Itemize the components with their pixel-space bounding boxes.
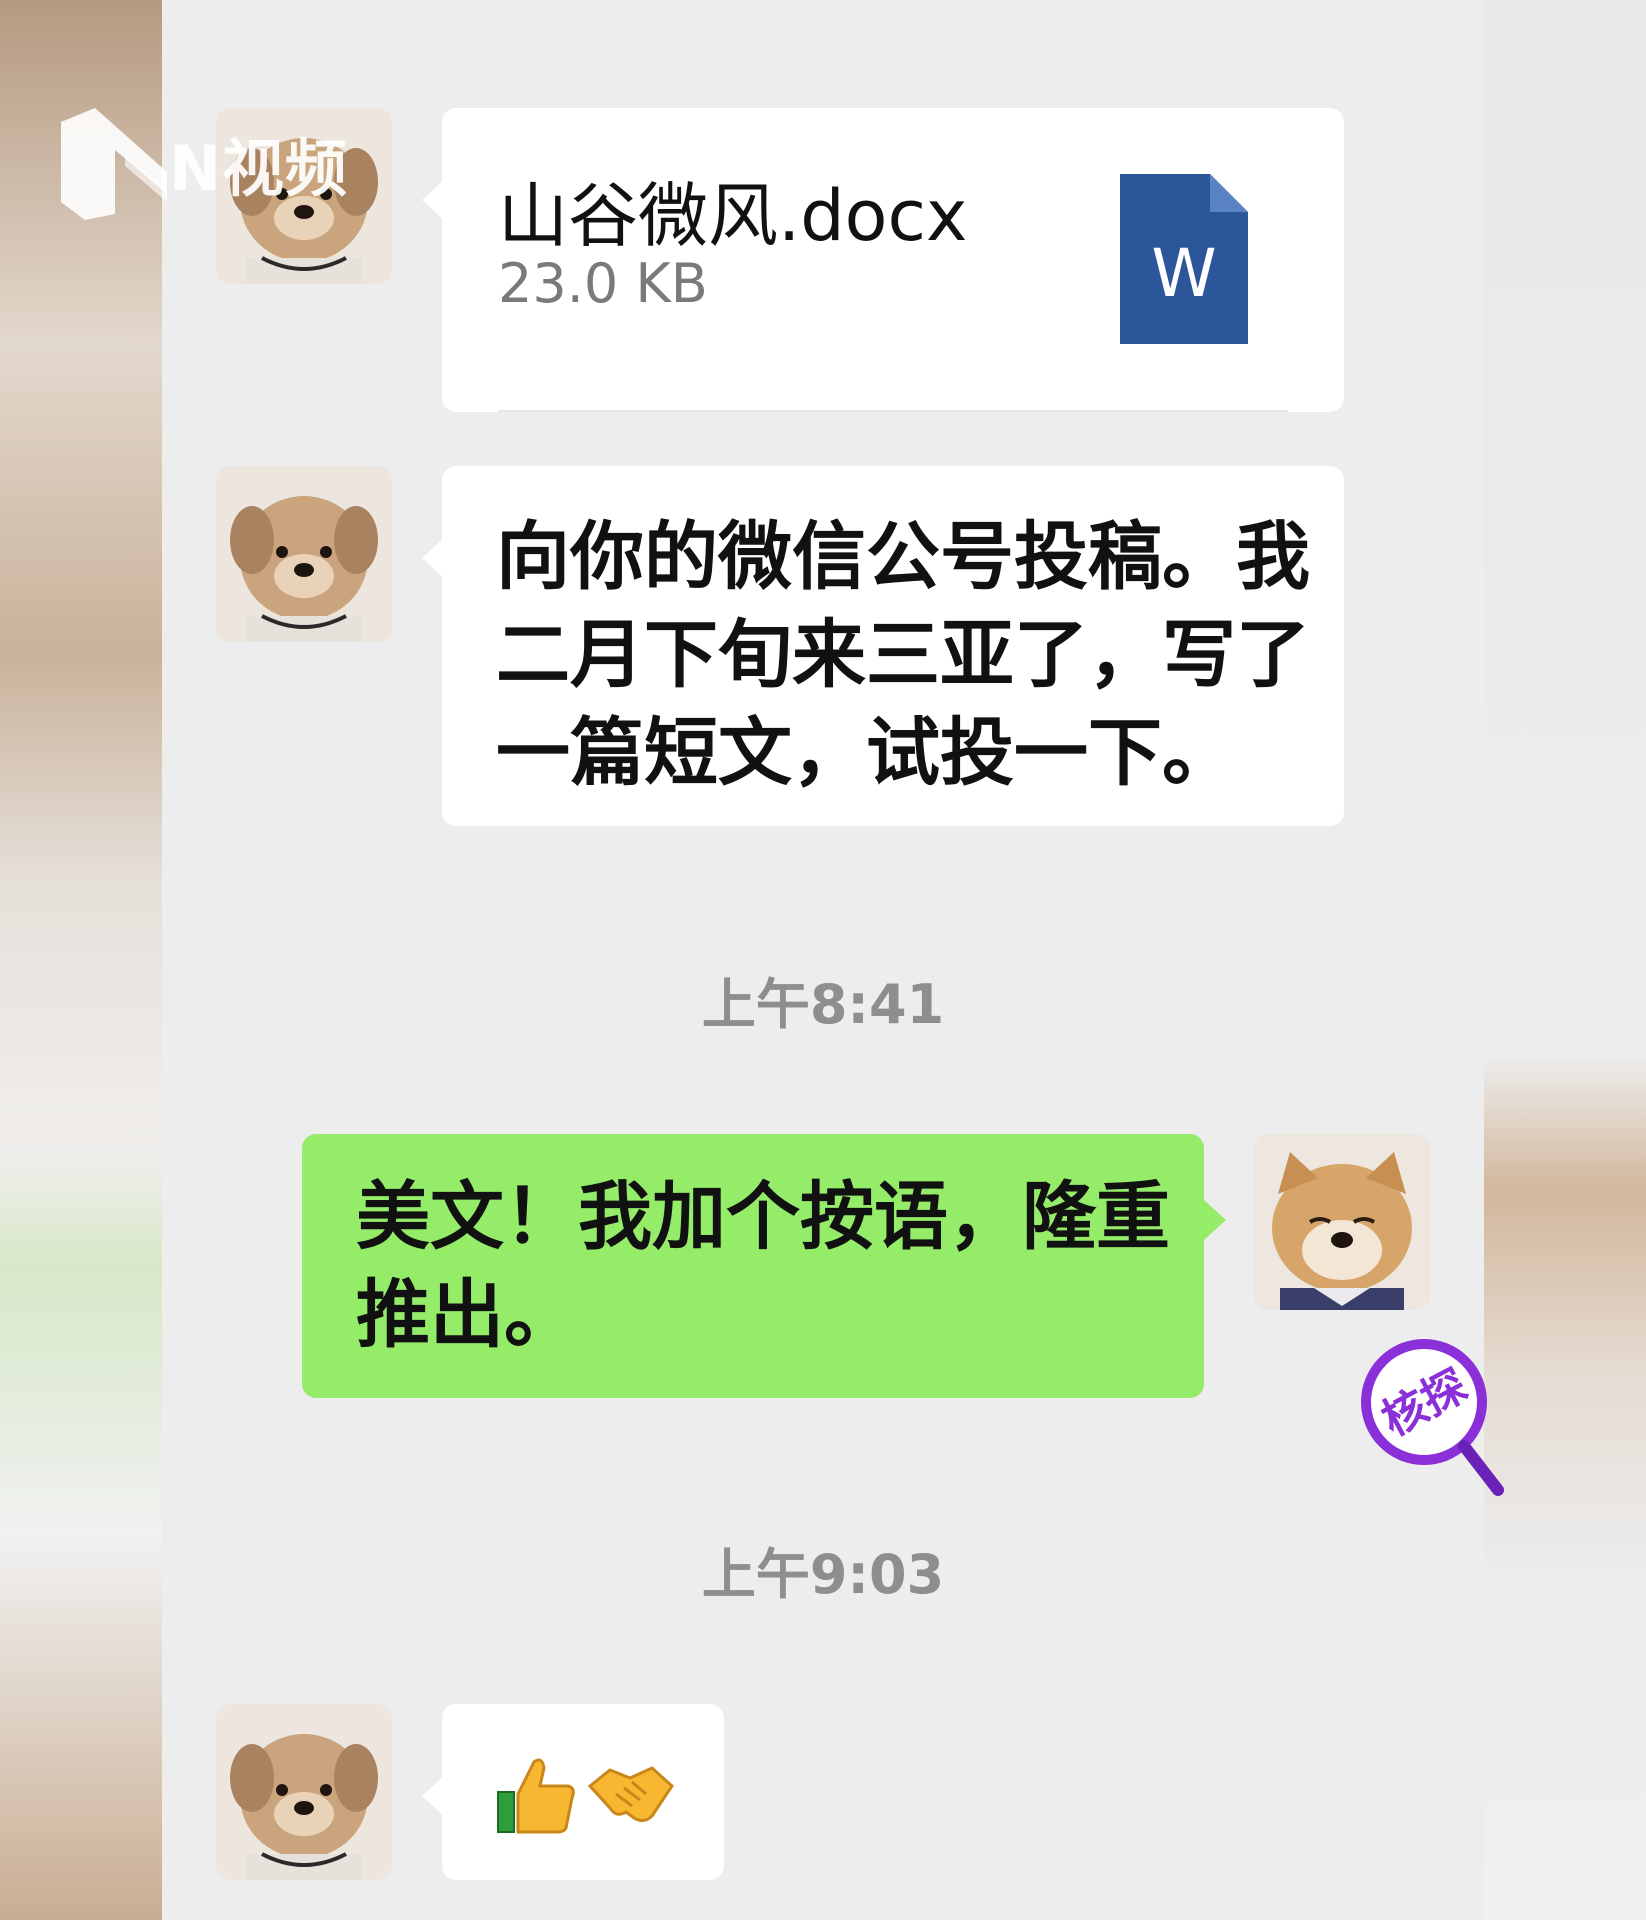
message-text: 向你的微信公号投稿。我 二月下旬来三亚了，写了 一篇短文，试投一下。 [496, 514, 1310, 796]
shiba-avatar[interactable] [1254, 1134, 1430, 1310]
sent-message-bubble[interactable]: 美文！我加个按语，隆重 推出。 [302, 1134, 1226, 1398]
file-message-bubble[interactable]: 山谷微风.docx 23.0 KB W [422, 108, 1344, 412]
magnifier-stamp-icon: 核探 [1361, 1339, 1504, 1496]
logo-text: N视频 [169, 132, 348, 205]
word-file-icon: W [1120, 174, 1248, 344]
text-message-bubble[interactable]: 向你的微信公号投稿。我 二月下旬来三亚了，写了 一篇短文，试投一下。 [422, 466, 1344, 826]
timestamp: 上午9:03 [701, 1543, 945, 1606]
file-divider [498, 410, 1288, 412]
emoji-row [494, 1752, 676, 1836]
word-file-letter: W [1151, 235, 1216, 312]
file-size: 23.0 KB [498, 252, 708, 315]
timestamp: 上午8:41 [701, 973, 945, 1036]
logo-mark-icon [61, 108, 167, 220]
thumbs-up-icon [497, 1758, 575, 1834]
handshake-icon [587, 1766, 674, 1823]
dog-avatar[interactable] [216, 466, 392, 642]
watermark-logo: N视频 [55, 102, 348, 224]
message-text: 美文！我加个按语，隆重 推出。 [356, 1174, 1170, 1358]
dog-avatar[interactable] [216, 1704, 392, 1880]
emoji-message-bubble[interactable] [422, 1704, 724, 1880]
file-name: 山谷微风.docx [498, 175, 968, 257]
